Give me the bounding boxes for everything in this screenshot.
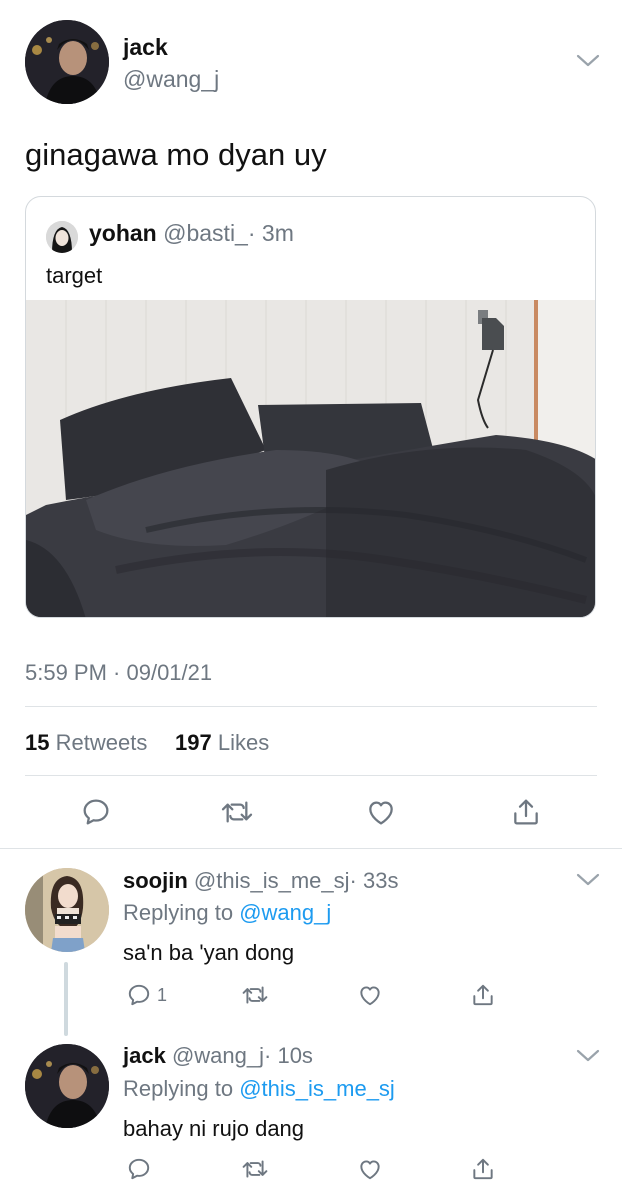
quoted-text: target	[46, 263, 103, 288]
reply-count: 1	[157, 984, 168, 1005]
reply-time: · 10s	[264, 1043, 313, 1068]
retweets-label: Retweets	[55, 730, 148, 755]
replying-to-link[interactable]: @this_is_me_sj	[239, 1076, 395, 1101]
divider	[25, 706, 597, 707]
divider	[0, 848, 622, 849]
author-handle[interactable]: @wang_j	[123, 66, 219, 93]
reply-time: · 33s	[349, 868, 399, 893]
likes-label: Likes	[217, 730, 270, 755]
quoted-media-image[interactable]	[26, 300, 595, 617]
author-name[interactable]: jack	[123, 34, 168, 61]
retweet-icon[interactable]	[240, 1156, 270, 1182]
quoted-avatar[interactable]	[46, 221, 78, 253]
reply-author-name[interactable]: jack	[123, 1043, 166, 1068]
share-icon[interactable]	[510, 795, 542, 829]
reply-author-handle[interactable]: @this_is_me_sj	[194, 868, 350, 893]
replying-to-label: Replying to	[123, 1076, 234, 1101]
likes-count: 197	[175, 730, 212, 755]
heart-icon[interactable]	[364, 796, 398, 828]
reply-icon[interactable]	[126, 1156, 152, 1182]
quoted-time: · 3m	[247, 220, 294, 246]
reply-icon[interactable]: 1	[126, 982, 167, 1008]
quoted-tweet[interactable]: yohan @basti_· 3m target	[25, 196, 596, 618]
chevron-down-icon[interactable]	[576, 873, 600, 887]
replying-to-link[interactable]: @wang_j	[239, 900, 331, 925]
share-icon[interactable]	[470, 1155, 496, 1183]
heart-icon[interactable]	[356, 982, 384, 1008]
avatar[interactable]	[25, 868, 109, 952]
likes-stat[interactable]: 197 Likes	[175, 730, 269, 756]
tweet-timestamp[interactable]: 5:59 PM · 09/01/21	[25, 660, 212, 686]
tweet-text: ginagawa mo dyan uy	[25, 137, 327, 172]
avatar[interactable]	[25, 1044, 109, 1128]
avatar[interactable]	[25, 20, 109, 104]
chevron-down-icon[interactable]	[576, 1049, 600, 1063]
replying-to-label: Replying to	[123, 900, 234, 925]
reply-text: sa'n ba 'yan dong	[123, 940, 295, 965]
reply-author-name[interactable]: soojin	[123, 868, 188, 893]
reply-text: bahay ni rujo dang	[123, 1116, 305, 1141]
heart-icon[interactable]	[356, 1156, 384, 1182]
quoted-author-name[interactable]: yohan	[89, 220, 157, 246]
quoted-author-handle[interactable]: @basti_	[163, 220, 248, 246]
reply-icon[interactable]	[80, 796, 112, 828]
share-icon[interactable]	[470, 981, 496, 1009]
chevron-down-icon[interactable]	[576, 54, 600, 68]
reply-author-handle[interactable]: @wang_j	[172, 1043, 264, 1068]
retweets-stat[interactable]: 15 Retweets	[25, 730, 147, 756]
retweet-icon[interactable]	[219, 796, 255, 828]
retweet-icon[interactable]	[240, 982, 270, 1008]
retweets-count: 15	[25, 730, 50, 755]
thread-line	[64, 962, 68, 1036]
divider	[25, 775, 597, 776]
